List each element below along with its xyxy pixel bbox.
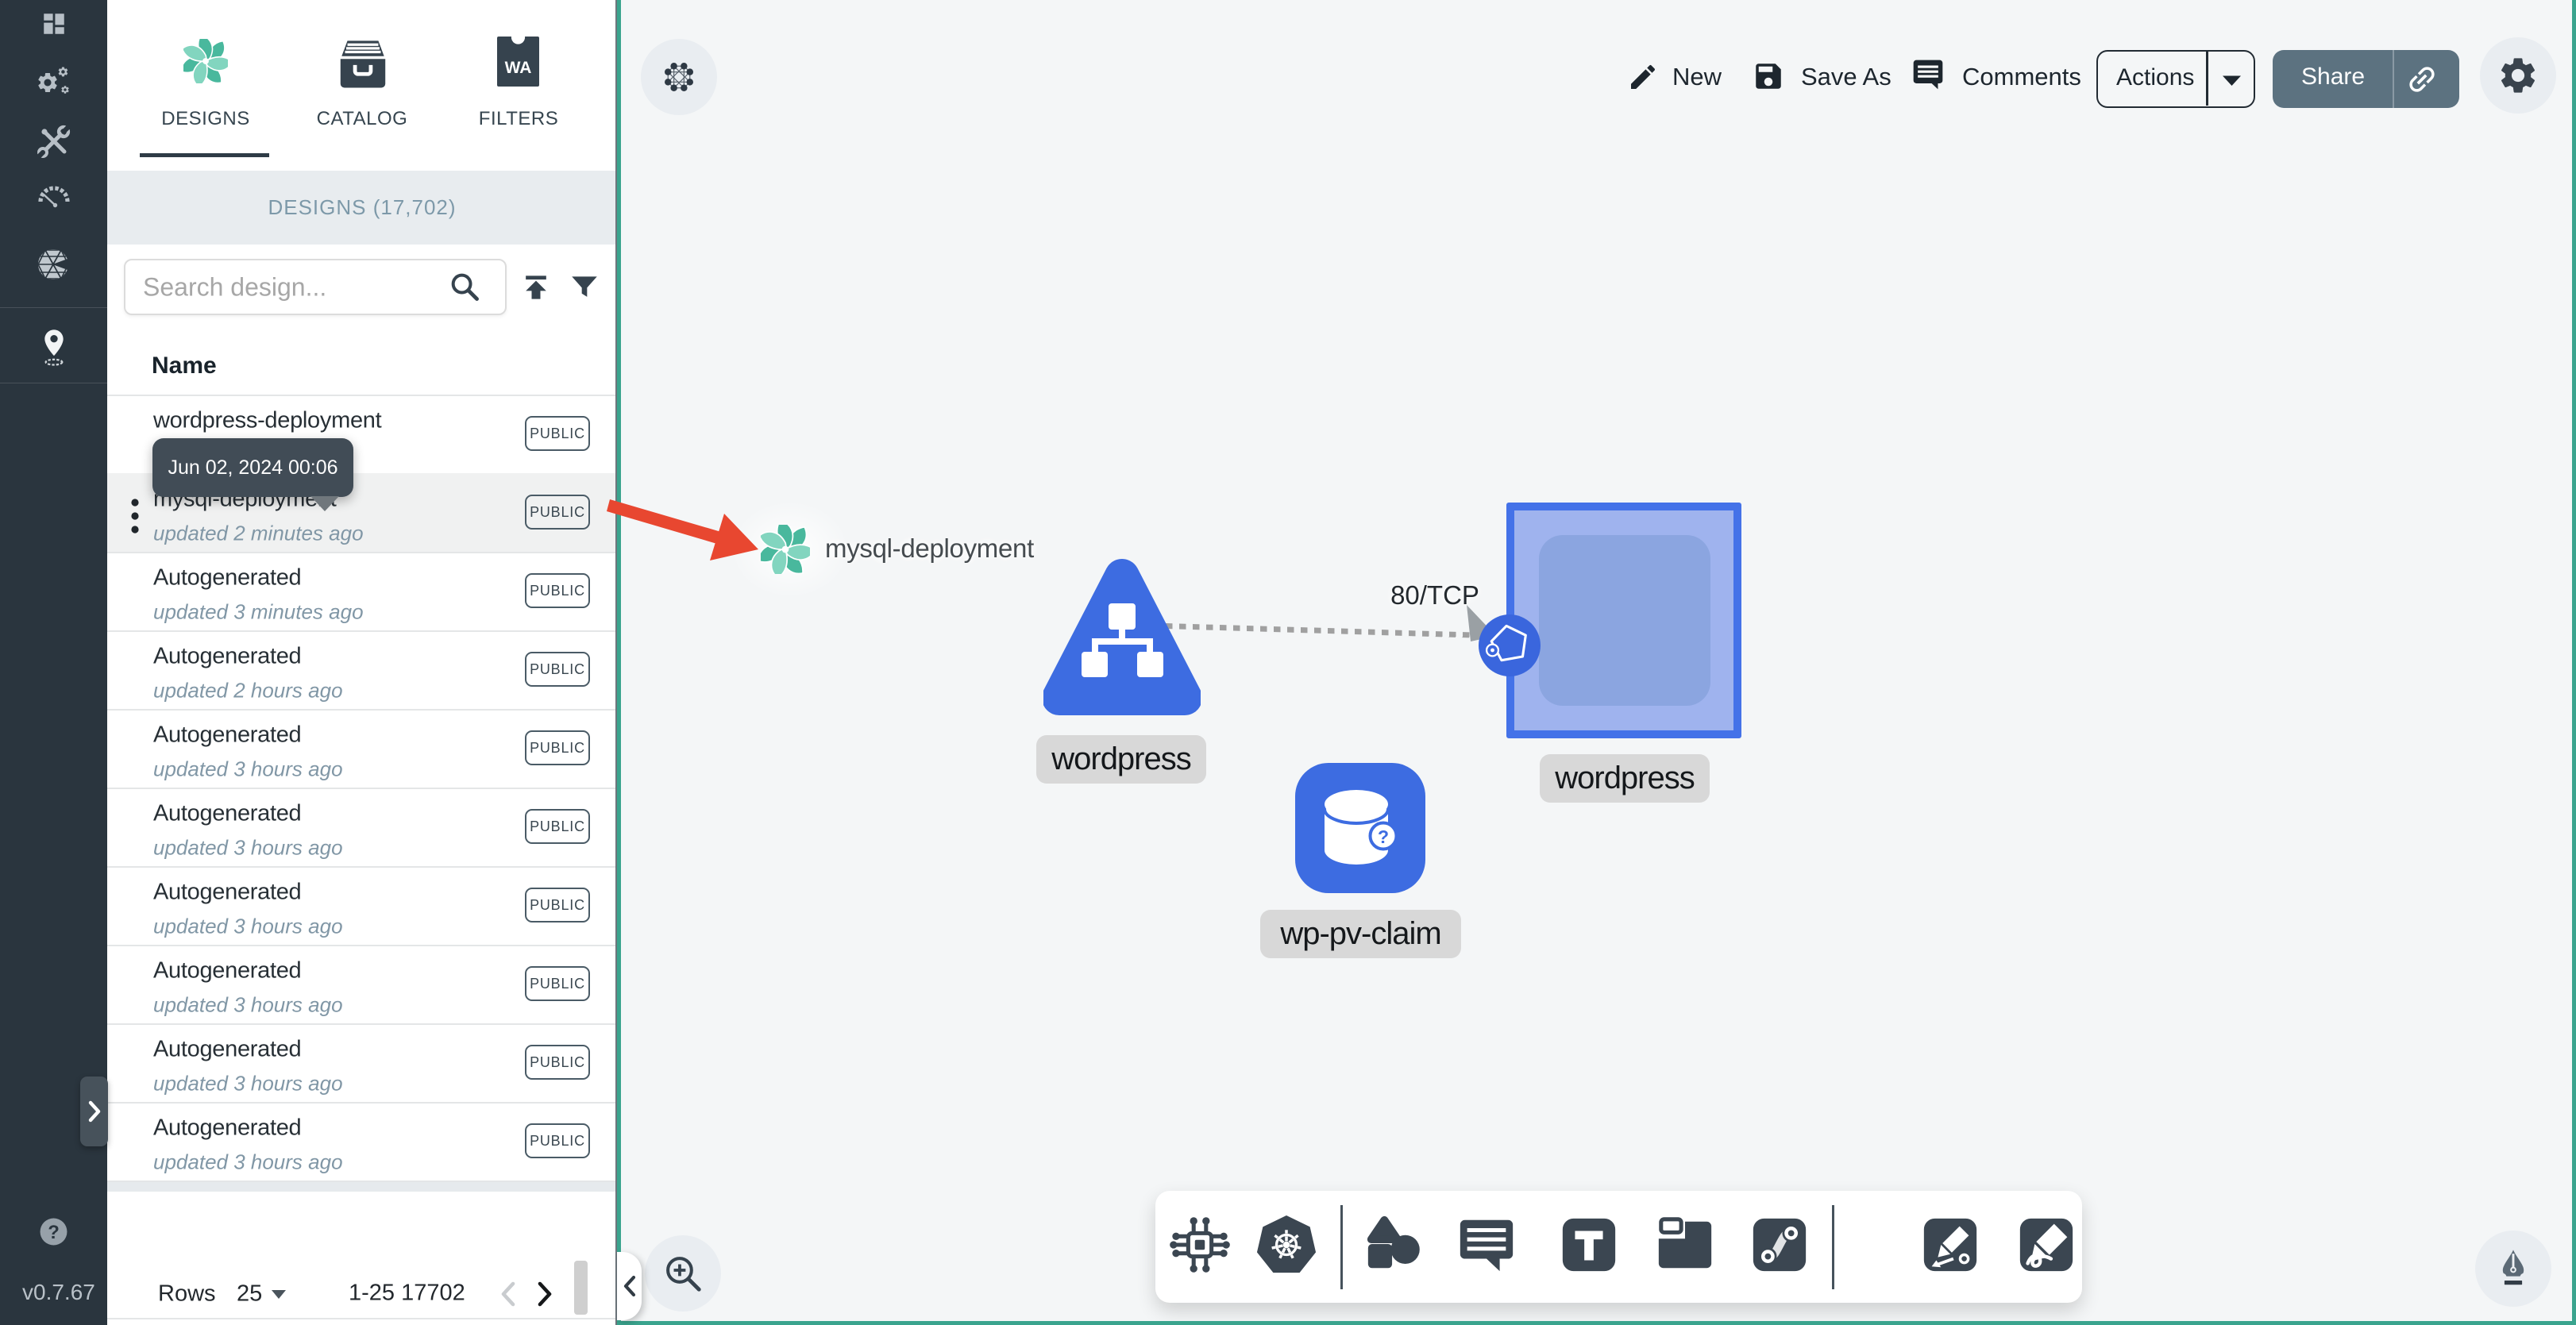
svg-text:?: ?	[48, 1222, 60, 1243]
svg-text:?: ?	[1378, 826, 1389, 847]
svg-text:WA: WA	[505, 59, 532, 77]
